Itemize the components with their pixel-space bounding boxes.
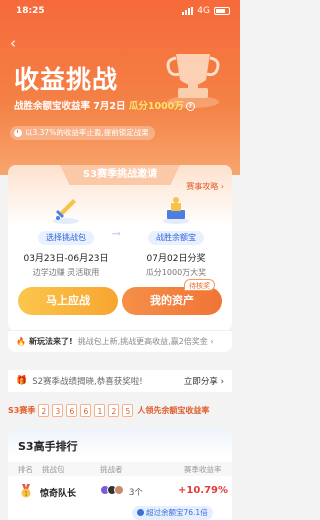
ranking-panel: S3高手排行 排名 挑战包 挑战者 赛季收益率 1 惊奇队长 3个 +10.79…	[8, 428, 232, 520]
slogan-prefix: 战胜余额宝收益率 7月2日	[14, 101, 129, 112]
battery-icon	[214, 7, 230, 15]
fire-icon: 🔥	[16, 337, 26, 346]
invite-card-title: S3赛季挑战邀请	[82, 169, 158, 180]
podium-icon	[163, 197, 189, 224]
profit-note: 以3.37%的收益率止盈,提前锁定战果	[10, 126, 155, 140]
gift-icon: 🎁	[16, 376, 28, 386]
ranking-columns: 排名 挑战包 挑战者 赛季收益率	[8, 462, 232, 476]
avatar	[114, 485, 124, 495]
column-yield: 赛季收益率	[184, 465, 222, 474]
season-label: S3赛季	[8, 405, 36, 415]
status-icons: 4G	[182, 6, 230, 16]
share-text: S2赛季战绩揭晓,恭喜获奖啦!	[32, 377, 143, 387]
step-2-date: 07月02日分奖	[146, 254, 206, 264]
slogan-highlight: 瓜分1000万	[128, 101, 184, 112]
step-2-label: 战胜余额宝	[148, 231, 204, 245]
share-now-link[interactable]: 立即分享 ›	[184, 375, 224, 387]
hero-banner: 18:25 4G ‹ 收益挑战 战胜余额宝收益率 7月2日 瓜分1000万? 以…	[0, 0, 240, 175]
counter-digit: 6	[80, 403, 92, 417]
counter-digit: 5	[122, 403, 134, 417]
invite-card: S3赛季挑战邀请 赛事攻略 › 选择挑战包 03月23日-06月23日 边学边赚…	[8, 165, 232, 331]
counter-digit: 2	[108, 403, 120, 417]
step-2-desc: 瓜分1000万大奖	[145, 268, 207, 277]
badge-dot-icon	[137, 509, 144, 516]
ticker-tag: 新玩法来了!	[28, 337, 73, 346]
gold-medal-icon: 1	[21, 484, 31, 498]
step-beat-yuebao: 战胜余额宝 07月02日分奖 瓜分1000万大奖	[128, 195, 224, 278]
page-title: 收益挑战	[14, 65, 119, 94]
counter-digit: 1	[94, 403, 106, 417]
ticker-message: 挑战包上新,挑战更高收益,赢2倍奖金 ›	[77, 337, 214, 346]
counter-digit: 2	[38, 403, 50, 417]
network-label: 4G	[197, 6, 210, 16]
step-choose-package: 选择挑战包 03月23日-06月23日 边学边赚 灵活取用	[18, 195, 114, 278]
page-slogan: 战胜余额宝收益率 7月2日 瓜分1000万?	[14, 98, 195, 112]
info-icon[interactable]: ?	[185, 102, 195, 111]
chevron-right-icon: ›	[222, 485, 226, 495]
back-icon[interactable]: ‹	[10, 34, 16, 52]
status-bar: 18:25 4G	[0, 0, 240, 22]
season-yield: +10.79%	[178, 485, 229, 496]
exceed-badge-text: 超过余额宝76.1倍	[146, 508, 208, 517]
step-1-desc: 边学边赚 灵活取用	[32, 268, 100, 277]
accept-challenge-button[interactable]: 马上应战	[18, 287, 118, 315]
column-challengers: 挑战者	[100, 465, 123, 474]
challenger-avatars	[100, 485, 124, 495]
challenger-count: 3个	[129, 488, 143, 498]
share-bar: 🎁 S2赛季战绩揭晓,恭喜获奖啦! 立即分享 ›	[8, 370, 232, 392]
season-counter: S3赛季 2 3 6 6 1 2 5 人领先余额宝收益率	[8, 402, 232, 418]
svg-text:1: 1	[24, 491, 28, 498]
team-name: 惊奇队长	[40, 489, 77, 499]
counter-digit: 6	[66, 403, 78, 417]
clock-icon	[14, 129, 22, 137]
column-rank: 排名	[18, 465, 33, 474]
exceed-badge: 超过余额宝76.1倍	[132, 506, 213, 520]
ranking-title: S3高手排行	[18, 440, 78, 453]
column-package: 挑战包	[42, 465, 65, 474]
counter-digit: 3	[52, 403, 64, 417]
sword-icon	[53, 199, 79, 224]
pending-badge: 待核奖	[184, 279, 215, 291]
news-ticker[interactable]: 🔥 新玩法来了! 挑战包上新,挑战更高收益,赢2倍奖金 ›	[8, 330, 232, 352]
signal-icon	[182, 7, 194, 15]
strategy-link[interactable]: 赛事攻略 ›	[186, 181, 224, 192]
profit-note-text: 以3.37%的收益率止盈,提前锁定战果	[25, 128, 149, 137]
step-1-label: 选择挑战包	[38, 231, 94, 245]
status-time: 18:25	[16, 6, 45, 16]
table-row[interactable]: 1 惊奇队长 3个 +10.79% ›	[8, 482, 232, 504]
season-tail: 人领先余额宝收益率	[137, 405, 210, 415]
step-1-date: 03月23日-06月23日	[23, 254, 109, 264]
